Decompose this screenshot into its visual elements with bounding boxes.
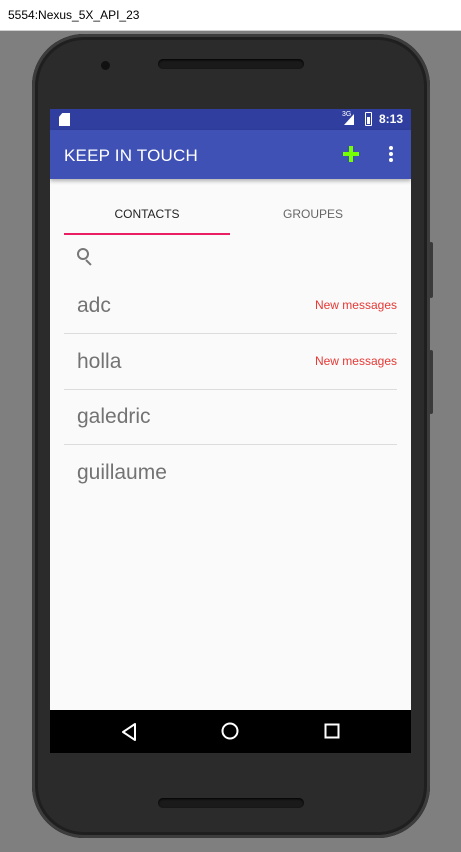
home-icon[interactable] — [221, 722, 239, 740]
contact-row[interactable]: adc New messages — [64, 277, 397, 334]
sd-card-icon — [59, 113, 70, 126]
contact-name: adc — [77, 294, 111, 317]
network-type: 3G — [342, 111, 352, 118]
contact-name: guillaume — [77, 461, 167, 484]
front-camera — [101, 61, 110, 70]
tab-groupes[interactable]: GROUPES — [230, 199, 396, 235]
phone-screen: 3G 8:13 KEEP IN TOUCH CONTACTS GROUPES a… — [50, 109, 411, 753]
battery-icon — [365, 112, 372, 126]
app-bar: KEEP IN TOUCH — [50, 130, 411, 179]
contact-row[interactable]: holla New messages — [64, 333, 397, 390]
top-speaker — [158, 59, 304, 69]
status-bar: 3G 8:13 — [50, 109, 411, 130]
contact-name: galedric — [77, 405, 151, 428]
new-messages-badge: New messages — [314, 354, 397, 368]
contact-row[interactable]: galedric — [64, 388, 397, 445]
recents-icon[interactable] — [324, 723, 340, 739]
contact-row[interactable]: guillaume — [64, 444, 397, 500]
back-icon[interactable] — [121, 723, 137, 741]
contact-name: holla — [77, 350, 122, 373]
more-vert-icon[interactable] — [383, 144, 399, 164]
navigation-bar — [50, 710, 411, 753]
emulator-title-bar: 5554:Nexus_5X_API_23 — [0, 0, 461, 31]
bottom-speaker — [158, 798, 304, 808]
plus-icon[interactable] — [342, 145, 360, 163]
tab-contacts[interactable]: CONTACTS — [64, 199, 230, 235]
tab-indicator — [64, 233, 230, 235]
new-messages-badge: New messages — [314, 298, 397, 312]
app-title: KEEP IN TOUCH — [64, 146, 198, 165]
search-icon[interactable] — [77, 248, 93, 266]
status-time: 8:13 — [379, 112, 404, 126]
power-button[interactable] — [429, 350, 433, 414]
emulator-title: 5554:Nexus_5X_API_23 — [8, 8, 140, 22]
tab-bar: CONTACTS GROUPES — [50, 199, 411, 235]
volume-button[interactable] — [429, 242, 433, 298]
